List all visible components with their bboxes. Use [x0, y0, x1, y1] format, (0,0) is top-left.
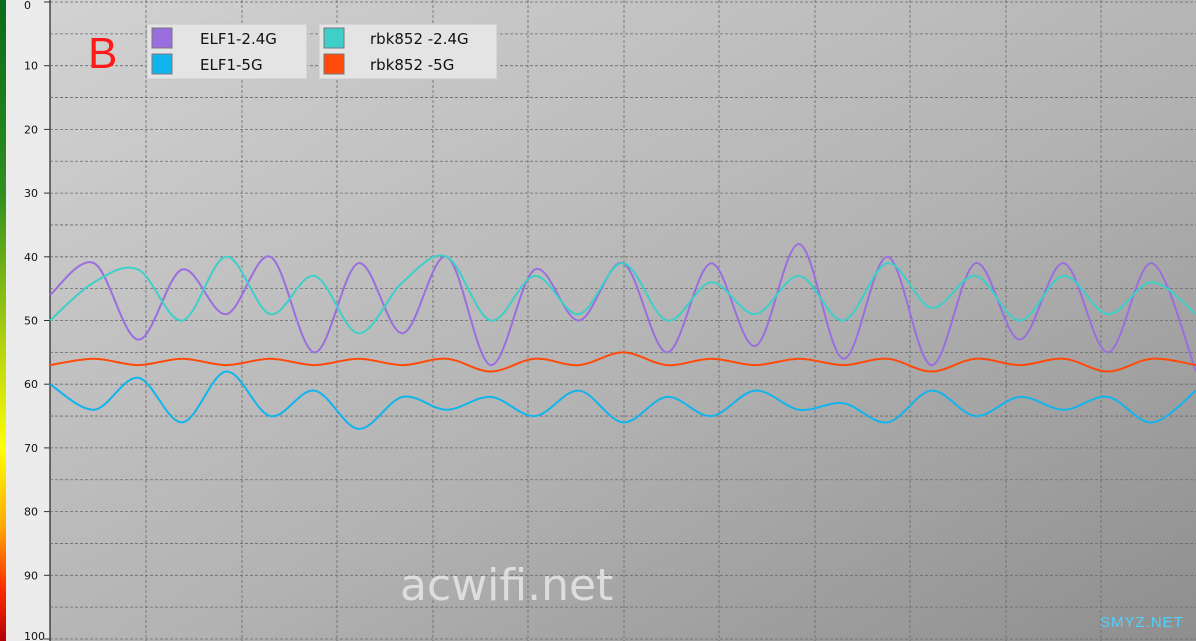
legend[interactable]: ELF1-2.4G ELF1-5G rbk852 -2.4G rbk852 -5…: [146, 23, 498, 80]
watermark-main: acwifi.net: [400, 560, 613, 611]
y-tick-label: 90: [24, 569, 38, 582]
y-tick-label: 30: [24, 187, 38, 200]
y-tick-label: 80: [24, 506, 38, 519]
chart: 0 10 20 30 40 50 60 70 80 90 100 B ELF1-2.4G ELF1-…: [0, 0, 1196, 641]
y-tick-label: 60: [24, 378, 38, 391]
chart-stage: 0 10 20 30 40 50 60 70 80 90 100 B ELF1-2.4G ELF1-…: [0, 0, 1196, 641]
legend-swatch-rbk852-24g: [323, 27, 345, 49]
legend-swatch-elf1-5g: [151, 53, 173, 75]
y-tick-label: 10: [24, 60, 38, 73]
y-tick-label: 0: [24, 0, 31, 12]
y-tick-label: 70: [24, 442, 38, 455]
y-tick-label: 100: [24, 630, 45, 641]
legend-label-elf1-24g: ELF1-2.4G: [200, 30, 277, 48]
y-tick-label: 20: [24, 123, 38, 136]
legend-item-elf1-24g[interactable]: ELF1-2.4G: [151, 27, 277, 49]
legend-swatch-elf1-24g: [151, 27, 173, 49]
legend-label-elf1-5g: ELF1-5G: [200, 56, 263, 74]
y-tick-label: 50: [24, 315, 38, 328]
signal-colorbar: [0, 0, 6, 641]
legend-item-rbk852-5g[interactable]: rbk852 -5G: [323, 53, 454, 75]
panel-label: B: [88, 29, 117, 78]
watermark-corner: SMYZ.NET: [1100, 614, 1184, 631]
y-tick-label: 40: [24, 251, 38, 264]
legend-label-rbk852-24g: rbk852 -2.4G: [370, 30, 469, 48]
legend-label-rbk852-5g: rbk852 -5G: [370, 56, 454, 74]
legend-swatch-rbk852-5g: [323, 53, 345, 75]
legend-item-elf1-5g[interactable]: ELF1-5G: [151, 53, 263, 75]
